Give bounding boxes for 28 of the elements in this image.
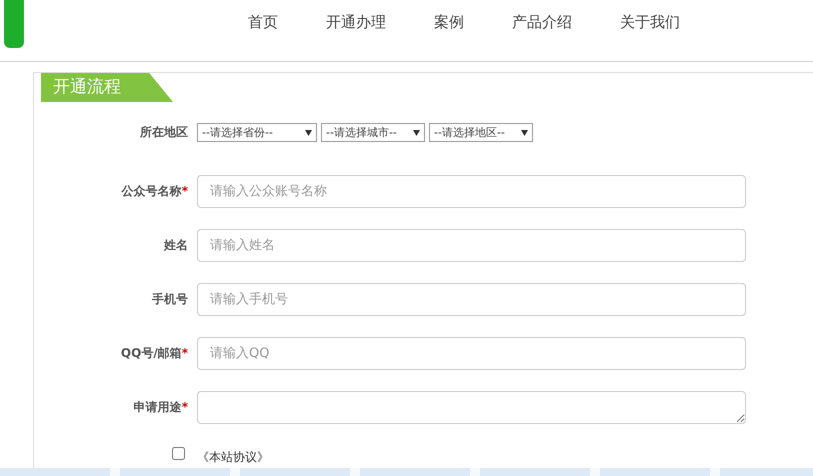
dropdown-arrow-icon	[413, 130, 420, 136]
dropdown[interactable]: --请选择地区--	[429, 123, 533, 142]
dropdown[interactable]: --请选择省份--	[197, 123, 317, 142]
input-field[interactable]: 请输入手机号	[197, 283, 746, 316]
field-label: 姓名	[164, 238, 188, 252]
logo-icon	[4, 0, 24, 48]
nav-link[interactable]: 开通办理	[302, 12, 410, 32]
field-label: 手机号	[152, 292, 188, 306]
input-field[interactable]: 请输入公众账号名称	[197, 175, 746, 208]
agreement-link[interactable]: 《本站协议》	[197, 449, 269, 466]
dropdown[interactable]: --请选择城市--	[321, 123, 425, 142]
dropdown-arrow-icon	[305, 130, 312, 136]
input-field[interactable]: 请输入姓名	[197, 229, 746, 262]
field-label: 公众号名称	[122, 184, 182, 198]
required-mark: *	[182, 184, 188, 198]
section-title: 开通流程	[41, 73, 173, 102]
nav-link[interactable]: 案例	[410, 12, 488, 32]
nav-link[interactable]: 产品介绍	[488, 12, 596, 32]
field-label: 申请用途	[134, 400, 182, 414]
required-mark: *	[182, 346, 188, 360]
input-field[interactable]: 请输入QQ	[197, 337, 746, 370]
nav-link[interactable]: 关于我们	[596, 12, 704, 32]
dropdown-arrow-icon	[521, 130, 528, 136]
field-label: 所在地区	[139, 124, 189, 141]
field-label: QQ号/邮箱	[120, 346, 182, 360]
required-mark: *	[182, 400, 188, 414]
checkbox[interactable]	[172, 447, 185, 460]
nav-link[interactable]: 首页	[224, 12, 302, 32]
